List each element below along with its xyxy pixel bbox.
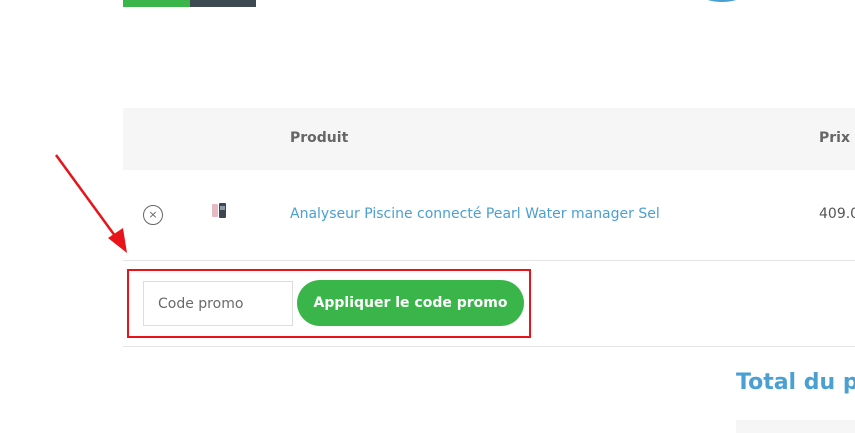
product-link[interactable]: Analyseur Piscine connecté Pearl Water m… [290,206,660,222]
cart-table-header [123,108,855,170]
cart-totals-title: Total du p [736,370,855,395]
column-header-price: Prix [819,130,850,146]
remove-item-icon[interactable]: × [143,205,163,225]
cart-totals-table [736,420,855,433]
logo-icon [707,0,737,2]
column-header-product: Produit [290,130,349,146]
header-green-bar [123,0,190,7]
header-dark-bar [190,0,256,7]
product-thumbnail[interactable] [209,201,229,221]
annotation-highlight-box [127,269,531,338]
product-price: 409.0 [819,206,855,222]
